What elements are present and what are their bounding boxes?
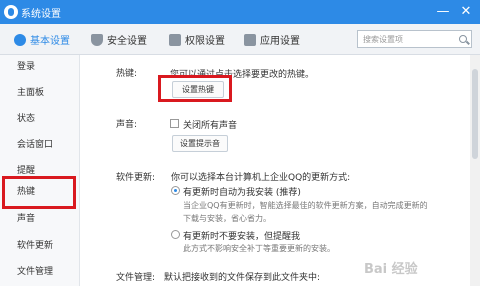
sidebar-item-main-panel[interactable]: 主面板 — [0, 82, 80, 104]
settings-content: 热键: 您可以通过点击选择要更改的热键。 设置热键 声音: 关闭所有声音 设置提… — [80, 55, 470, 286]
sidebar-item-file-management[interactable]: 文件管理 — [0, 261, 80, 283]
sidebar: 登录 主面板 状态 会话窗口 提醒 热键 声音 软件更新 文件管理 — [0, 55, 80, 286]
notify-only-description: 此方式不影响安全补丁等重要更新的安装。 — [183, 244, 335, 253]
window-title: 系统设置 — [21, 9, 61, 20]
tab-label: 应用设置 — [260, 36, 300, 47]
tab-basic-settings[interactable]: 基本设置 — [14, 32, 70, 48]
auto-install-description-2: 下载与安装，省心省力。 — [183, 214, 271, 223]
watermark: Bai 经验 — [364, 262, 418, 277]
gear-icon — [14, 34, 26, 46]
software-update-label: 软件更新: — [116, 173, 156, 183]
auto-install-description: 当企业QQ有更新时，智能选择最佳的软件更新方案，自动完成更新的 — [183, 201, 428, 210]
tab-label: 安全设置 — [107, 36, 147, 47]
sidebar-item-hotkeys[interactable]: 热键 — [2, 176, 76, 209]
shield-icon — [91, 34, 103, 46]
sidebar-item-sound[interactable]: 声音 — [0, 208, 80, 230]
notify-only-label: 有更新时不要安装，但提醒我 — [183, 232, 301, 242]
file-management-label: 文件管理: — [116, 273, 156, 283]
auto-install-label: 有更新时自动为我安装 (推荐) — [183, 188, 301, 198]
lock-icon — [169, 34, 181, 46]
set-alert-sound-button[interactable]: 设置提示音 — [172, 135, 228, 152]
auto-install-radio[interactable] — [171, 186, 180, 195]
tab-security-settings[interactable]: 安全设置 — [91, 32, 147, 48]
sidebar-item-software-update[interactable]: 软件更新 — [0, 235, 80, 257]
mute-all-checkbox[interactable] — [170, 119, 179, 128]
scrollbar[interactable] — [470, 55, 480, 286]
sound-label: 声音: — [116, 120, 138, 130]
notify-only-radio[interactable] — [171, 230, 180, 239]
sidebar-item-status[interactable]: 状态 — [0, 108, 80, 130]
update-description: 你可以选择本台计算机上企业QQ的更新方式: — [171, 173, 351, 183]
tab-app-settings[interactable]: 应用设置 — [244, 32, 300, 48]
tab-label: 权限设置 — [185, 36, 225, 47]
search-input[interactable]: 搜索设置项 — [357, 30, 472, 48]
tab-permission-settings[interactable]: 权限设置 — [169, 32, 225, 48]
search-icon[interactable] — [459, 35, 467, 43]
mute-all-label: 关闭所有声音 — [183, 121, 238, 131]
tab-label: 基本设置 — [30, 36, 70, 47]
scrollbar-thumb[interactable] — [472, 69, 478, 159]
hotkey-button-highlight — [158, 75, 232, 102]
sidebar-item-chat-window[interactable]: 会话窗口 — [0, 134, 80, 156]
sidebar-item-login[interactable]: 登录 — [0, 56, 80, 78]
title-bar: 系统设置 — ✕ — [0, 0, 480, 24]
hotkeys-label: 热键: — [116, 69, 138, 79]
search-placeholder: 搜索设置项 — [363, 35, 403, 44]
app-icon — [4, 5, 18, 19]
minimize-button[interactable]: — — [433, 2, 453, 22]
apps-icon — [244, 34, 256, 46]
file-management-description: 默认把接收到的文件保存到此文件夹中: — [164, 273, 321, 283]
close-button[interactable]: ✕ — [456, 2, 476, 22]
